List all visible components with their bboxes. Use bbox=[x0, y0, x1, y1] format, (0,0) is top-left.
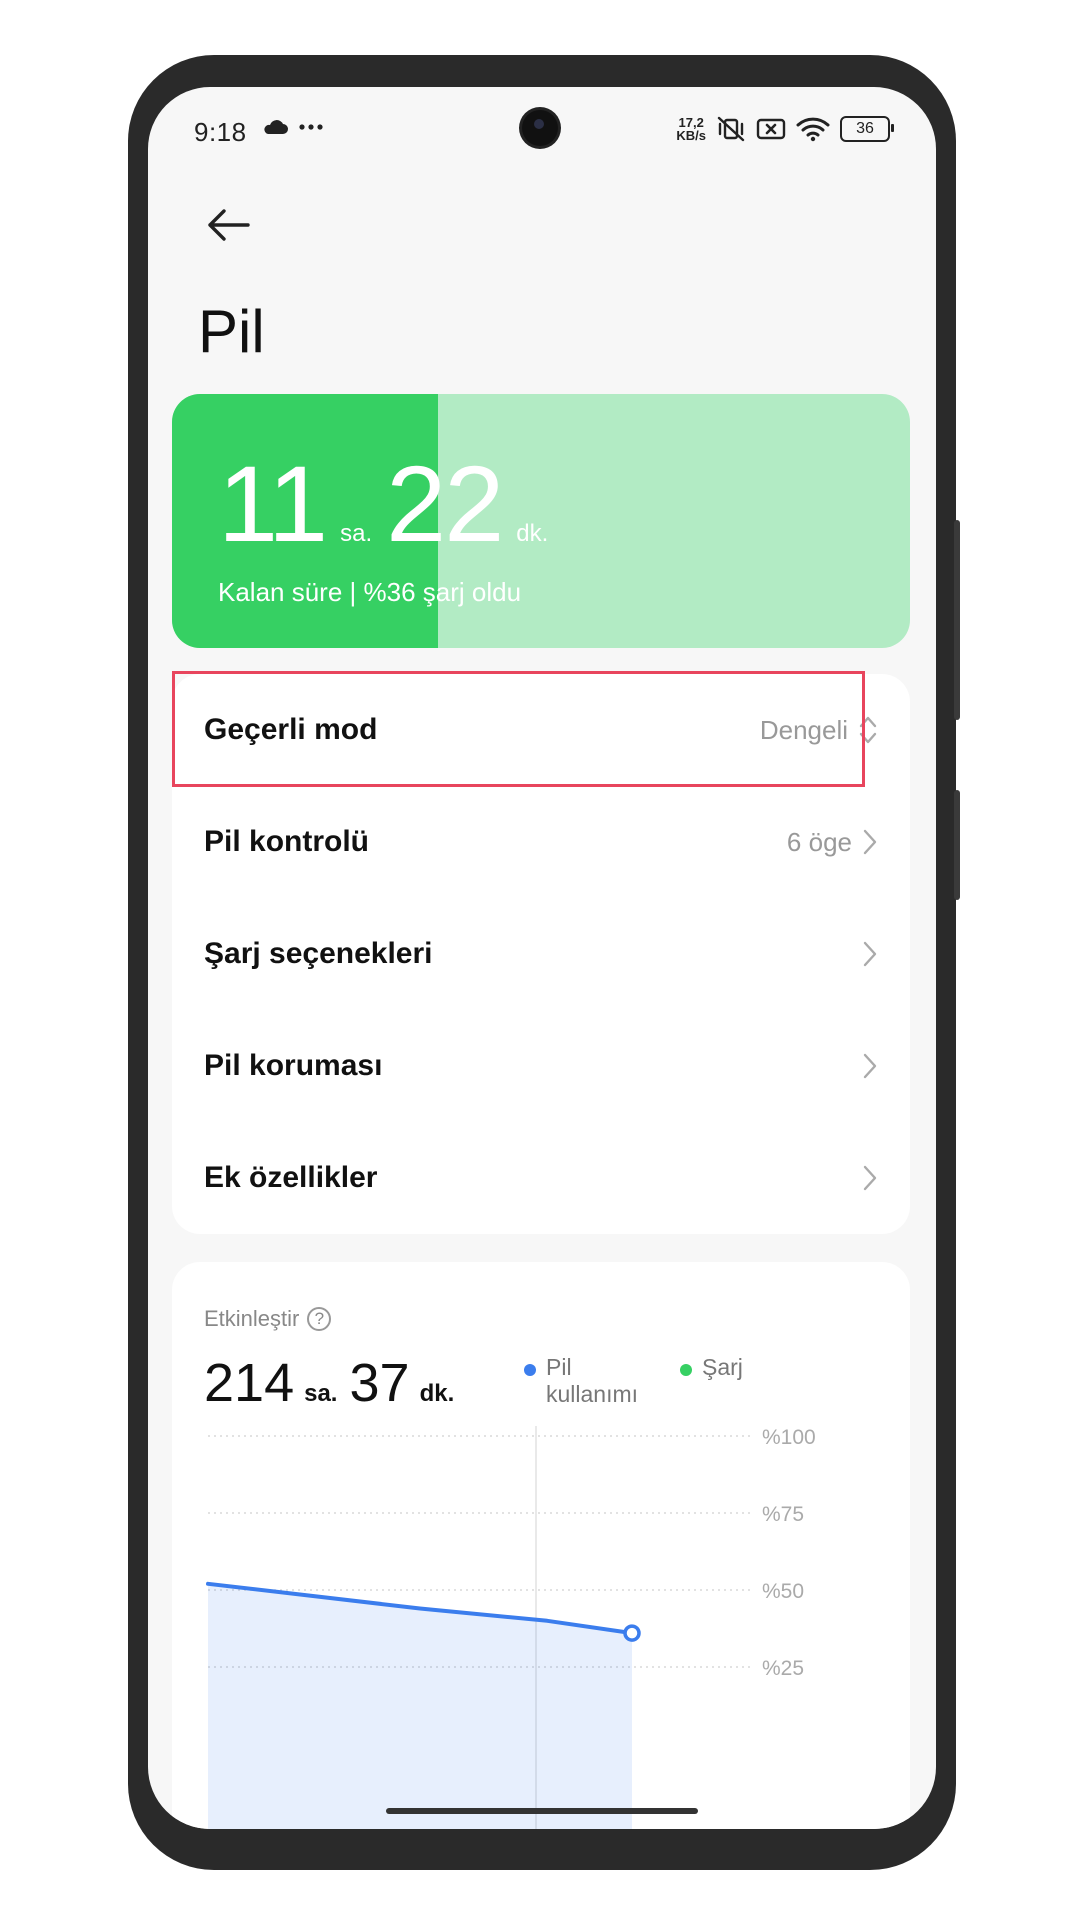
status-right: 17,2 KB/s 36 bbox=[676, 115, 894, 143]
data-point bbox=[418, 1606, 422, 1610]
cloud-icon bbox=[264, 120, 288, 134]
data-point bbox=[206, 1582, 210, 1586]
menu-item-label: Pil koruması bbox=[204, 1049, 383, 1082]
screen: 9:18 17,2 KB/s 36 Pil 11 sa. 22 dk. Kala… bbox=[148, 87, 936, 1829]
current-point-marker bbox=[623, 1624, 641, 1642]
remaining-hours: 11 bbox=[218, 443, 328, 564]
wifi-icon bbox=[796, 117, 830, 142]
home-indicator[interactable] bbox=[386, 1808, 698, 1814]
vibrate-off-icon bbox=[717, 116, 745, 142]
page-title: Pil bbox=[198, 298, 265, 365]
usage-card: Etkinleştir ? 214 sa. 37 dk. Pil kullanı… bbox=[172, 1262, 910, 1829]
y-tick-label: %50 bbox=[762, 1580, 804, 1603]
usage-chart: %100 %75 %50 %25 bbox=[206, 1426, 816, 1829]
battery-indicator: 36 bbox=[840, 116, 894, 142]
y-tick-label: %25 bbox=[762, 1657, 804, 1680]
remaining-minutes: 22 bbox=[386, 443, 504, 564]
status-left-icons bbox=[262, 119, 324, 135]
menu-item-battery-control[interactable]: Pil kontrolü 6 öge bbox=[172, 786, 910, 898]
no-sim-icon bbox=[756, 118, 786, 140]
chevron-right-icon bbox=[863, 1053, 877, 1079]
hours-unit: sa. bbox=[340, 520, 373, 547]
back-button[interactable] bbox=[200, 197, 256, 253]
menu-item-battery-protection[interactable]: Pil koruması bbox=[172, 1010, 910, 1122]
power-button bbox=[954, 520, 960, 720]
chevron-right-icon bbox=[863, 829, 877, 855]
y-tick-label: %100 bbox=[762, 1426, 816, 1449]
front-camera bbox=[522, 110, 558, 146]
net-speed: 17,2 KB/s bbox=[676, 116, 706, 142]
series-area bbox=[208, 1583, 632, 1829]
highlight-box bbox=[172, 671, 865, 787]
data-point bbox=[545, 1619, 549, 1623]
net-speed-unit: KB/s bbox=[676, 128, 706, 143]
chevron-right-icon bbox=[863, 941, 877, 967]
remaining-time: 11 sa. 22 dk. bbox=[218, 450, 562, 558]
y-tick-label: %75 bbox=[762, 1503, 804, 1526]
battery-subtitle: Kalan süre | %36 şarj oldu bbox=[218, 577, 522, 607]
menu-item-label: Ek özellikler bbox=[204, 1161, 378, 1194]
menu-item-charge-options[interactable]: Şarj seçenekleri bbox=[172, 898, 910, 1010]
back-arrow-icon bbox=[208, 209, 250, 241]
minutes-unit: dk. bbox=[516, 520, 549, 547]
more-dots-icon bbox=[299, 124, 323, 130]
menu-item-label: Pil kontrolü bbox=[204, 825, 369, 858]
battery-card: 11 sa. 22 dk. Kalan süre | %36 şarj oldu bbox=[172, 394, 910, 648]
chevron-right-icon bbox=[863, 1165, 877, 1191]
volume-button bbox=[954, 790, 960, 900]
menu-item-extra-features[interactable]: Ek özellikler bbox=[172, 1122, 910, 1234]
menu-item-value: 6 öge bbox=[786, 826, 852, 857]
menu-item-label: Şarj seçenekleri bbox=[204, 937, 433, 970]
status-time: 9:18 bbox=[194, 117, 247, 147]
